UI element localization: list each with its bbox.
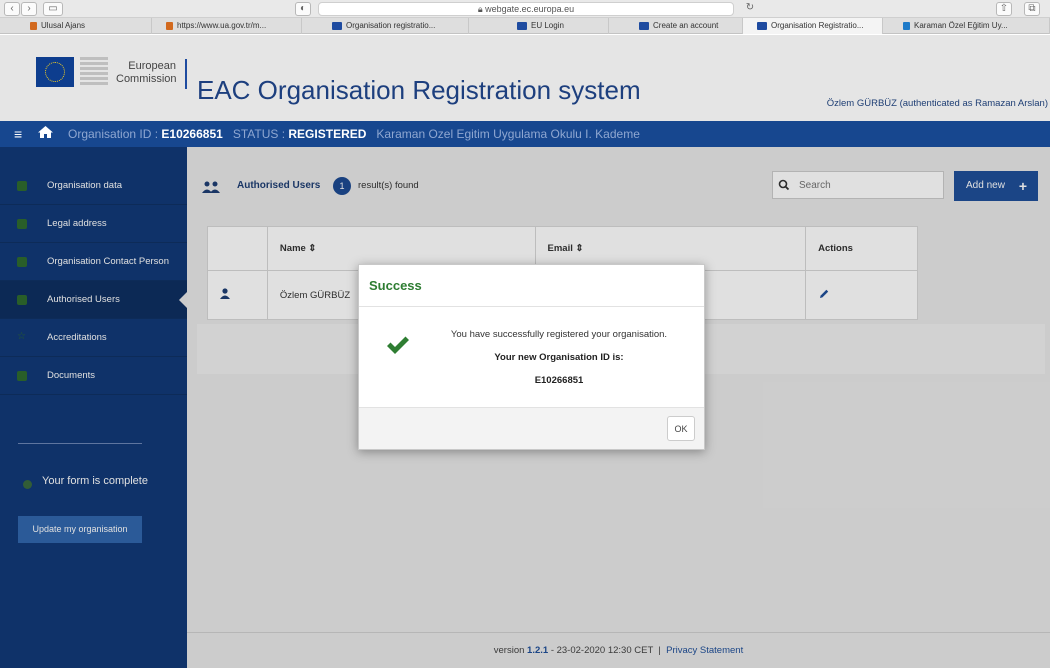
org-id-value: E10266851: [161, 127, 223, 141]
dialog-footer: OK: [359, 407, 704, 449]
privacy-shield-icon[interactable]: ◐: [295, 2, 311, 16]
tab-favicon-icon: [30, 21, 37, 30]
browser-toolbar: ‹ › ▭ ◐ 🔒︎ webgate.ec.europa.eu ↻ ⇧ ⧉: [0, 0, 1050, 18]
org-id-label: Organisation ID :: [68, 127, 159, 141]
tab-favicon-icon: [332, 21, 342, 30]
org-name: Karaman Ozel Egitim Uygulama Okulu I. Ka…: [376, 127, 640, 141]
browser-tab[interactable]: Ulusal Ajans: [0, 18, 152, 34]
ok-button[interactable]: OK: [667, 416, 695, 441]
tab-favicon-icon: [517, 21, 527, 30]
hamburger-menu-icon[interactable]: ≡: [14, 121, 22, 147]
tab-favicon-icon: [639, 21, 649, 30]
ec-logo-graphic: [80, 57, 108, 87]
browser-tab[interactable]: https://www.ua.gov.tr/m...: [152, 18, 302, 34]
new-id-value: E10266851: [534, 375, 584, 386]
tab-favicon-icon: [903, 21, 910, 30]
forward-icon[interactable]: ›: [21, 2, 37, 16]
success-dialog: Success You have successfully registered…: [358, 264, 705, 450]
header-divider: [185, 59, 187, 89]
reload-icon[interactable]: ↻: [742, 2, 758, 16]
success-message: You have successfully registered your or…: [450, 329, 668, 340]
tabs-overview-icon[interactable]: ⧉: [1024, 2, 1040, 16]
user-info[interactable]: Özlem GÜRBÜZ (authenticated as Ramazan A…: [827, 98, 1048, 109]
status-label: STATUS :: [232, 127, 286, 141]
browser-tabs: Ulusal Ajans https://www.ua.gov.tr/m... …: [0, 18, 1050, 34]
organisation-bar: ≡ Organisation ID : E10266851 STATUS : R…: [0, 121, 1050, 147]
share-icon[interactable]: ⇧: [996, 2, 1012, 16]
home-icon[interactable]: [37, 125, 54, 139]
browser-tab-active[interactable]: Organisation Registratio...: [743, 18, 883, 34]
app-title: EAC Organisation Registration system: [197, 75, 641, 105]
ec-name: European Commission: [116, 60, 177, 85]
browser-tab[interactable]: Organisation registratio...: [302, 18, 469, 34]
dialog-header: Success: [359, 265, 704, 307]
tab-favicon-icon: [757, 21, 767, 30]
eu-flag-logo: [36, 57, 74, 87]
site-header: European Commission EAC Organisation Reg…: [0, 35, 1050, 121]
sidebar-toggle-icon[interactable]: ▭: [43, 2, 63, 16]
browser-tab[interactable]: EU Login: [469, 18, 609, 34]
lock-icon: 🔒︎: [477, 4, 486, 14]
browser-tab[interactable]: Karaman Özel Eğitim Uy...: [883, 18, 1050, 34]
new-id-label: Your new Organisation ID is:: [494, 352, 624, 363]
dialog-title: Success: [369, 278, 422, 293]
url-bar[interactable]: 🔒︎ webgate.ec.europa.eu: [318, 2, 734, 16]
status-value: REGISTERED: [288, 127, 367, 141]
url-text: webgate.ec.europa.eu: [485, 4, 575, 14]
checkmark-icon: [387, 336, 409, 354]
browser-tab[interactable]: Create an account: [609, 18, 743, 34]
back-icon[interactable]: ‹: [4, 2, 20, 16]
tab-favicon-icon: [166, 21, 173, 30]
